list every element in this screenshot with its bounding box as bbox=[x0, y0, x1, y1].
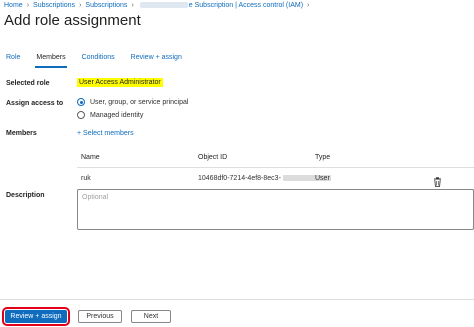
member-object-id: 10468df0-7214-4ef8-8ec3- bbox=[198, 175, 281, 182]
description-placeholder: Optional bbox=[82, 194, 109, 201]
description-textarea[interactable]: Optional bbox=[77, 189, 474, 230]
chevron-right-icon: › bbox=[79, 1, 82, 9]
column-name-header: Name bbox=[81, 154, 100, 161]
breadcrumb-access-control[interactable]: e Subscription | Access control (IAM) bbox=[189, 2, 303, 9]
selected-role-label: Selected role bbox=[6, 80, 50, 87]
table-row: ruk 10468df0-7214-4ef8-8ec3- User bbox=[77, 168, 474, 190]
breadcrumb: Home › Subscriptions › Subscriptions › e… bbox=[4, 0, 313, 10]
tab-bar: Role Members Conditions Review + assign bbox=[0, 52, 474, 70]
radio-managed-identity-label: Managed identity bbox=[90, 111, 144, 119]
assign-access-label: Assign access to bbox=[6, 100, 64, 107]
tab-role[interactable]: Role bbox=[6, 52, 20, 70]
radio-managed-identity[interactable]: Managed identity bbox=[77, 111, 143, 119]
tab-members[interactable]: Members bbox=[35, 52, 67, 70]
next-button[interactable]: Next bbox=[131, 310, 171, 323]
member-name: ruk bbox=[81, 175, 91, 182]
radio-unchecked-icon bbox=[77, 111, 85, 119]
member-object-id-cell: 10468df0-7214-4ef8-8ec3- bbox=[198, 175, 331, 182]
chevron-right-icon: › bbox=[131, 1, 134, 9]
previous-button[interactable]: Previous bbox=[78, 310, 122, 323]
more-options-icon[interactable]: ··· bbox=[120, 15, 132, 25]
breadcrumb-home[interactable]: Home bbox=[4, 2, 23, 9]
chevron-right-icon: › bbox=[307, 1, 310, 9]
radio-user-group-sp[interactable]: User, group, or service principal bbox=[77, 98, 188, 106]
table-header: Name Object ID Type bbox=[77, 150, 474, 168]
selected-role-value: User Access Administrator bbox=[77, 78, 163, 87]
description-label: Description bbox=[6, 192, 45, 199]
review-assign-button[interactable]: Review + assign bbox=[2, 307, 70, 326]
members-table: Name Object ID Type ruk 10468df0-7214-4e… bbox=[77, 150, 474, 190]
breadcrumb-subscriptions[interactable]: Subscriptions bbox=[33, 2, 75, 9]
tab-review-assign[interactable]: Review + assign bbox=[131, 52, 182, 70]
radio-checked-icon bbox=[77, 98, 85, 106]
column-object-id-header: Object ID bbox=[198, 154, 228, 161]
select-members-link[interactable]: + Select members bbox=[77, 130, 134, 137]
radio-user-group-sp-label: User, group, or service principal bbox=[90, 98, 189, 106]
column-type-header: Type bbox=[315, 154, 331, 161]
members-label: Members bbox=[6, 130, 37, 137]
chevron-right-icon: › bbox=[26, 1, 30, 9]
redacted-subscription-name bbox=[139, 2, 188, 8]
breadcrumb-subscriptions-2[interactable]: Subscriptions bbox=[85, 2, 127, 9]
tab-conditions[interactable]: Conditions bbox=[82, 52, 115, 70]
member-type: User bbox=[315, 175, 330, 182]
footer-bar: Review + assign Previous Next bbox=[0, 299, 474, 327]
